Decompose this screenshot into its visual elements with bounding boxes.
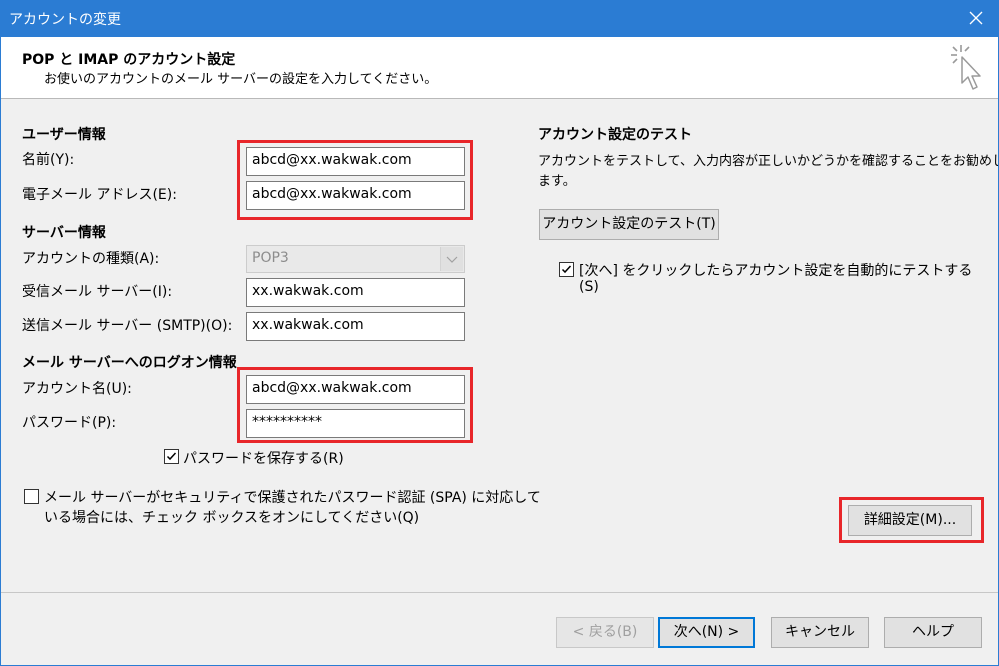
- auto-test-label-line2[interactable]: (S): [579, 279, 599, 295]
- test-heading: アカウント設定のテスト: [538, 127, 692, 143]
- next-button[interactable]: 次へ(N) >: [658, 617, 755, 648]
- window-title: アカウントの変更: [9, 12, 121, 28]
- test-description-line2: ます。: [538, 174, 576, 189]
- save-password-label[interactable]: パスワードを保存する(R): [183, 448, 344, 468]
- user-info-heading: ユーザー情報: [22, 127, 106, 143]
- cancel-button[interactable]: キャンセル: [771, 617, 869, 648]
- highlight-box-logon-info: [237, 367, 473, 443]
- email-label: 電子メール アドレス(E):: [22, 187, 177, 203]
- auto-test-checkbox[interactable]: [559, 262, 574, 277]
- spa-label-line1[interactable]: メール サーバーがセキュリティで保護されたパスワード認証 (SPA) に対応して: [44, 487, 541, 507]
- account-type-label: アカウントの種類(A):: [22, 251, 160, 267]
- account-type-select: POP3: [246, 245, 465, 273]
- logon-info-heading: メール サーバーへのログオン情報: [22, 355, 237, 371]
- back-button[interactable]: < 戻る(B): [556, 617, 654, 648]
- password-label: パスワード(P):: [22, 415, 117, 431]
- test-description-line1: アカウントをテストして、入力内容が正しいかどうかを確認することをお勧めし: [538, 154, 999, 169]
- highlight-box-advanced: [839, 497, 984, 543]
- close-icon: [969, 11, 983, 25]
- spa-label-line2[interactable]: いる場合には、チェック ボックスをオンにしてください(Q): [44, 507, 419, 527]
- highlight-box-user-info: [237, 140, 473, 220]
- save-password-checkbox[interactable]: [164, 449, 179, 464]
- account-name-label: アカウント名(U):: [22, 381, 132, 397]
- account-type-value: POP3: [252, 250, 289, 266]
- auto-test-label-line1[interactable]: [次へ] をクリックしたらアカウント設定を自動的にテストする: [579, 260, 972, 280]
- test-account-button[interactable]: アカウント設定のテスト(T): [539, 209, 719, 240]
- incoming-server-label: 受信メール サーバー(I):: [22, 284, 173, 300]
- name-label: 名前(Y):: [22, 152, 75, 168]
- checkmark-icon: [166, 452, 177, 461]
- server-info-heading: サーバー情報: [22, 225, 106, 241]
- close-button[interactable]: [953, 0, 999, 37]
- outgoing-server-field[interactable]: xx.wakwak.com: [246, 312, 465, 341]
- footer-separator: [0, 592, 999, 593]
- help-button[interactable]: ヘルプ: [884, 617, 982, 648]
- spa-checkbox[interactable]: [24, 489, 39, 504]
- outgoing-server-label: 送信メール サーバー (SMTP)(O):: [22, 318, 233, 334]
- title-bar: アカウントの変更: [0, 0, 999, 37]
- header-subtitle: お使いのアカウントのメール サーバーの設定を入力してください。: [44, 72, 438, 87]
- wizard-cursor-icon: [947, 41, 987, 96]
- incoming-server-field[interactable]: xx.wakwak.com: [246, 278, 465, 307]
- checkmark-icon: [561, 265, 572, 274]
- dialog-header: POP と IMAP のアカウント設定 お使いのアカウントのメール サーバーの設…: [1, 37, 998, 99]
- header-title: POP と IMAP のアカウント設定: [22, 52, 236, 68]
- chevron-down-icon: [440, 247, 463, 271]
